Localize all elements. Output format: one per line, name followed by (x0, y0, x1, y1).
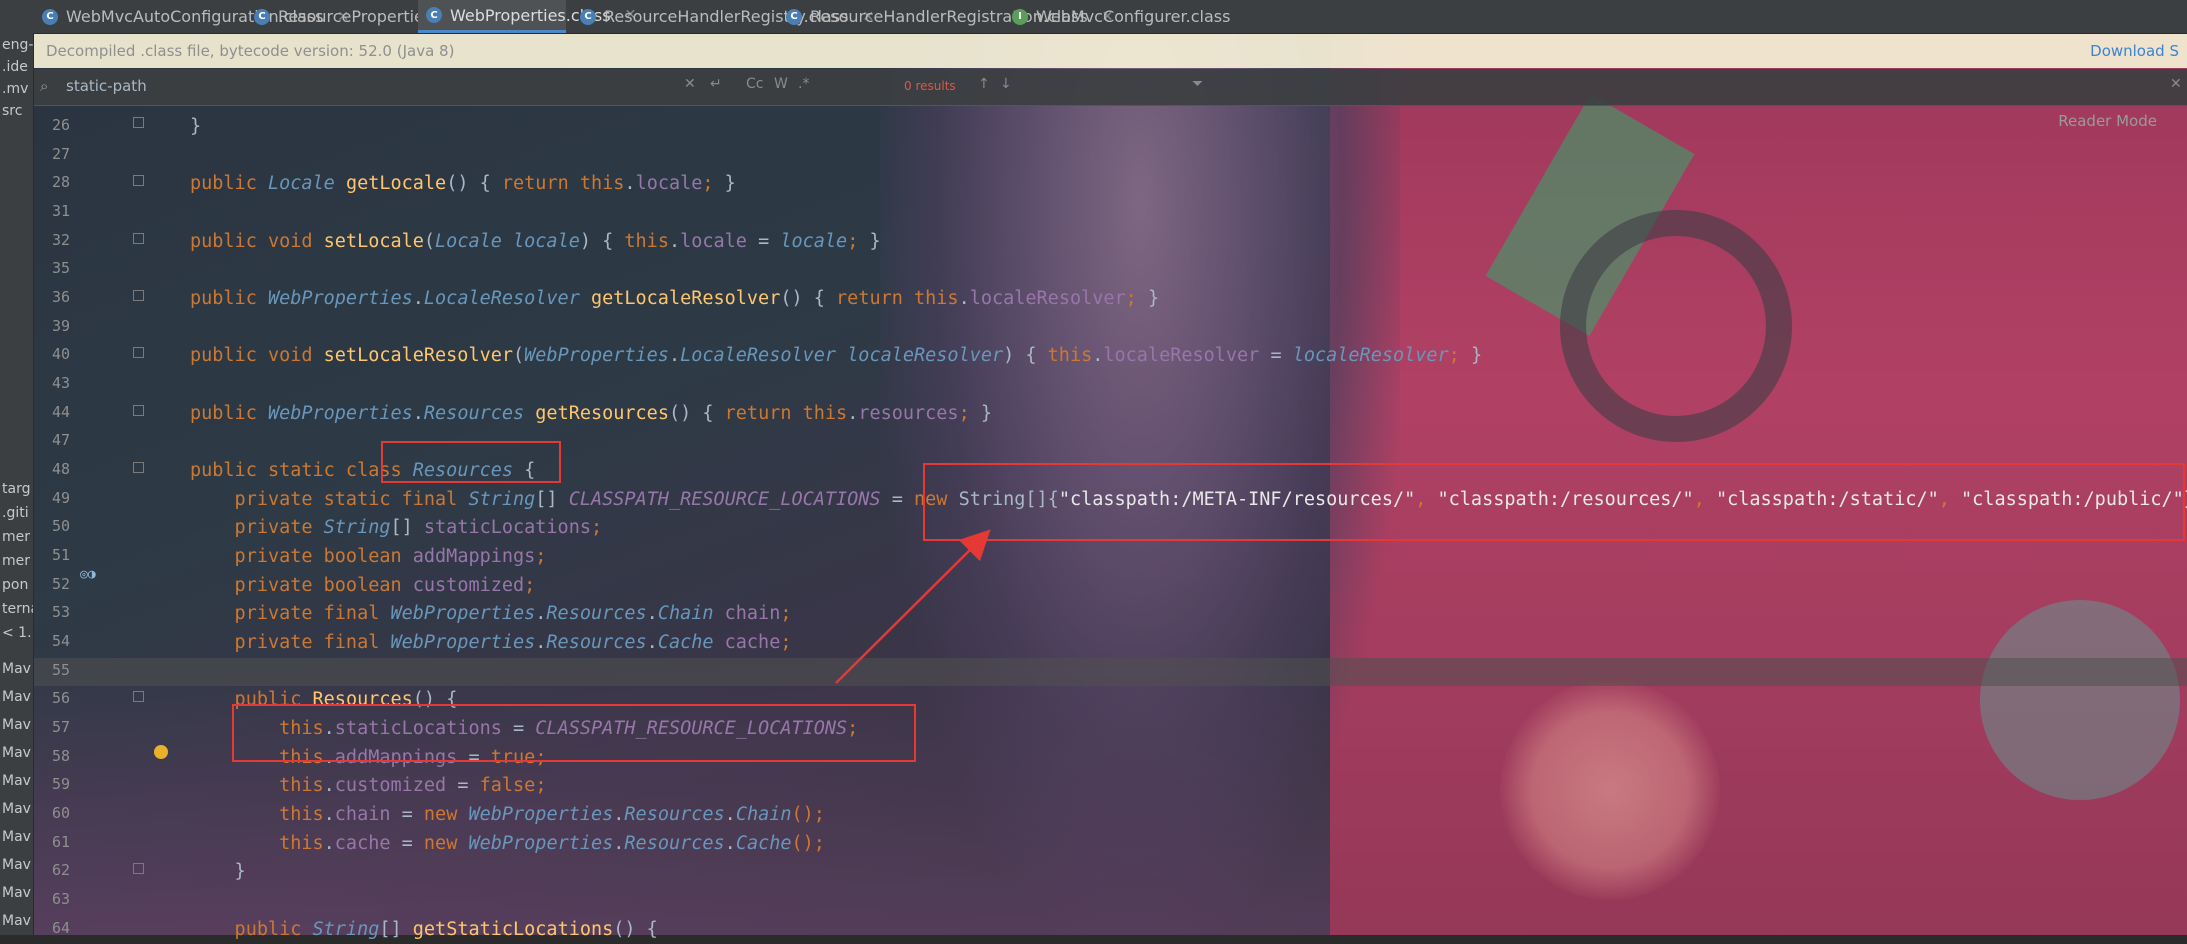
annotation-arrow (835, 529, 991, 684)
